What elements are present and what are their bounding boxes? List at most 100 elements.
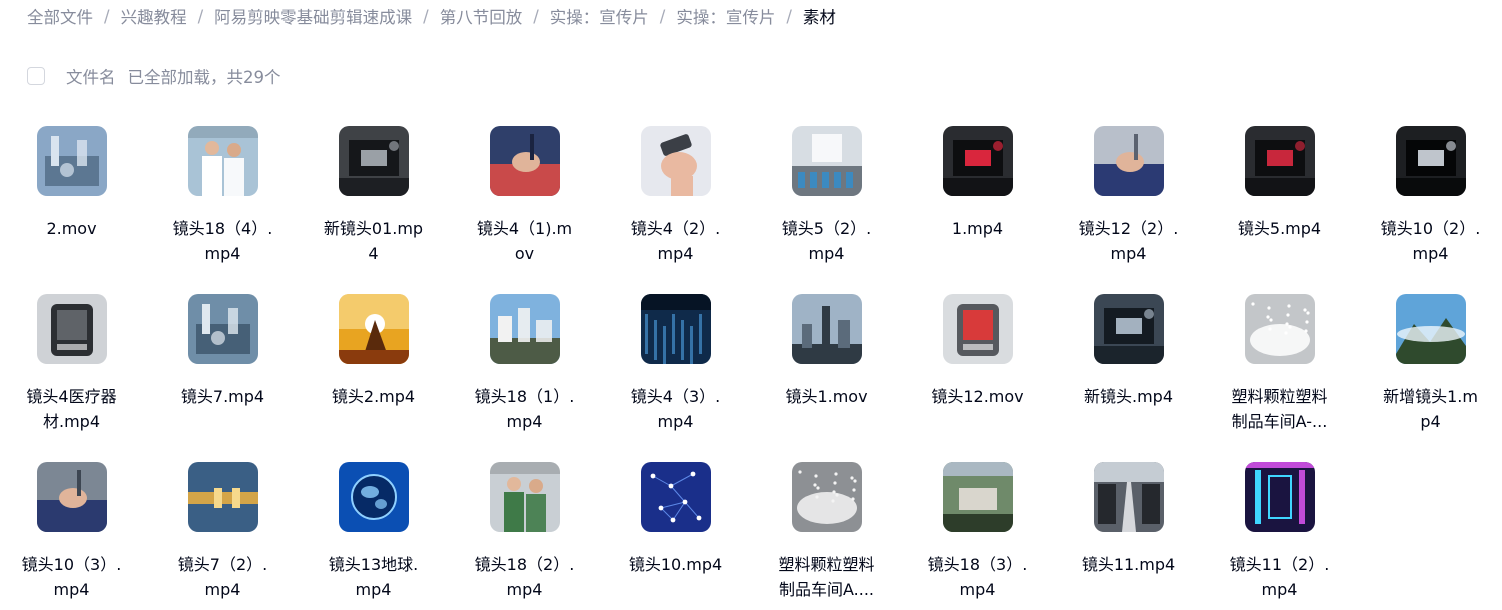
video-thumbnail[interactable] bbox=[489, 462, 560, 532]
file-name[interactable]: 镜头18（2）. mp4 bbox=[457, 552, 592, 602]
video-thumbnail[interactable] bbox=[791, 462, 862, 532]
file-name[interactable]: 镜头4（1).m ov bbox=[457, 216, 592, 266]
video-thumbnail[interactable] bbox=[489, 294, 560, 364]
file-name[interactable]: 镜头18（3）. mp4 bbox=[910, 552, 1045, 602]
file-item[interactable]: 新增镜头1.m p4 bbox=[1363, 294, 1498, 434]
file-name[interactable]: 镜头13地球. mp4 bbox=[306, 552, 441, 602]
file-name[interactable]: 镜头4（2）. mp4 bbox=[608, 216, 743, 266]
file-item[interactable]: 新镜头01.mp 4 bbox=[306, 126, 441, 266]
file-item[interactable]: 镜头4（3）. mp4 bbox=[608, 294, 743, 434]
file-name-line: 材.mp4 bbox=[42, 412, 100, 431]
video-thumbnail[interactable] bbox=[1244, 462, 1315, 532]
select-all-checkbox[interactable] bbox=[27, 67, 45, 85]
file-item[interactable]: 新镜头.mp4 bbox=[1061, 294, 1196, 434]
file-item[interactable]: 镜头10（2）. mp4 bbox=[1363, 126, 1498, 266]
file-name[interactable]: 新增镜头1.m p4 bbox=[1363, 384, 1498, 434]
breadcrumb-link[interactable]: 第八节回放 bbox=[440, 4, 523, 28]
file-name[interactable]: 镜头7（2）. mp4 bbox=[155, 552, 290, 602]
file-item[interactable]: 镜头11（2）. mp4 bbox=[1212, 462, 1347, 602]
file-name[interactable]: 1.mp4 bbox=[910, 216, 1045, 266]
file-item[interactable]: 镜头13地球. mp4 bbox=[306, 462, 441, 602]
file-name[interactable]: 镜头5（2）. mp4 bbox=[759, 216, 894, 266]
file-name[interactable]: 镜头10.mp4 bbox=[608, 552, 743, 602]
video-thumbnail[interactable] bbox=[791, 294, 862, 364]
file-item[interactable]: 镜头10.mp4 bbox=[608, 462, 743, 602]
file-item[interactable]: 镜头4（2）. mp4 bbox=[608, 126, 743, 266]
file-name[interactable]: 镜头18（1）. mp4 bbox=[457, 384, 592, 434]
file-item[interactable]: 镜头11.mp4 bbox=[1061, 462, 1196, 602]
file-item[interactable]: 镜头18（2）. mp4 bbox=[457, 462, 592, 602]
file-item[interactable]: 镜头1.mov bbox=[759, 294, 894, 434]
video-thumbnail[interactable] bbox=[1395, 126, 1466, 196]
file-item[interactable]: 镜头2.mp4 bbox=[306, 294, 441, 434]
video-thumbnail[interactable] bbox=[338, 294, 409, 364]
video-thumbnail[interactable] bbox=[791, 126, 862, 196]
file-name[interactable]: 塑料颗粒塑料 制品车间A.... bbox=[759, 552, 894, 602]
video-thumbnail[interactable] bbox=[640, 294, 711, 364]
file-item[interactable]: 镜头18（1）. mp4 bbox=[457, 294, 592, 434]
file-item[interactable]: 镜头4医疗器 材.mp4 bbox=[4, 294, 139, 434]
file-name[interactable]: 镜头2.mp4 bbox=[306, 384, 441, 434]
video-thumbnail[interactable] bbox=[942, 126, 1013, 196]
sort-by-filename[interactable]: 文件名 bbox=[66, 64, 116, 88]
video-thumbnail[interactable] bbox=[36, 462, 107, 532]
file-item[interactable]: 2.mov bbox=[4, 126, 139, 266]
file-name[interactable]: 镜头4医疗器 材.mp4 bbox=[4, 384, 139, 434]
file-item[interactable]: 镜头7（2）. mp4 bbox=[155, 462, 290, 602]
file-name[interactable]: 新镜头01.mp 4 bbox=[306, 216, 441, 266]
file-name[interactable]: 新镜头.mp4 bbox=[1061, 384, 1196, 434]
breadcrumb-link[interactable]: 实操：宣传片 bbox=[550, 4, 649, 28]
breadcrumb-separator: / bbox=[533, 6, 539, 26]
video-thumbnail[interactable] bbox=[640, 126, 711, 196]
video-thumbnail[interactable] bbox=[1395, 294, 1466, 364]
video-thumbnail[interactable] bbox=[1093, 126, 1164, 196]
file-name[interactable]: 镜头10（2）. mp4 bbox=[1363, 216, 1498, 266]
file-name[interactable]: 镜头4（3）. mp4 bbox=[608, 384, 743, 434]
file-name[interactable]: 塑料颗粒塑料 制品车间A-... bbox=[1212, 384, 1347, 434]
video-thumbnail[interactable] bbox=[1093, 294, 1164, 364]
video-thumbnail[interactable] bbox=[338, 462, 409, 532]
file-name[interactable]: 镜头12.mov bbox=[910, 384, 1045, 434]
file-item[interactable]: 镜头12.mov bbox=[910, 294, 1045, 434]
breadcrumb-separator: / bbox=[786, 6, 792, 26]
video-thumbnail[interactable] bbox=[640, 462, 711, 532]
video-thumbnail[interactable] bbox=[338, 126, 409, 196]
breadcrumb-link[interactable]: 全部文件 bbox=[27, 4, 93, 28]
breadcrumb-link[interactable]: 阿易剪映零基础剪辑速成课 bbox=[214, 4, 412, 28]
file-item[interactable]: 镜头18（4）. mp4 bbox=[155, 126, 290, 266]
file-item[interactable]: 镜头4（1).m ov bbox=[457, 126, 592, 266]
video-thumbnail[interactable] bbox=[1093, 462, 1164, 532]
video-thumbnail[interactable] bbox=[187, 126, 258, 196]
file-name[interactable]: 镜头11（2）. mp4 bbox=[1212, 552, 1347, 602]
file-item[interactable]: 镜头7.mp4 bbox=[155, 294, 290, 434]
file-name[interactable]: 镜头1.mov bbox=[759, 384, 894, 434]
file-name[interactable]: 镜头7.mp4 bbox=[155, 384, 290, 434]
file-name[interactable]: 2.mov bbox=[4, 216, 139, 266]
video-thumbnail[interactable] bbox=[187, 294, 258, 364]
video-thumbnail[interactable] bbox=[489, 126, 560, 196]
file-item[interactable]: 镜头10（3）. mp4 bbox=[4, 462, 139, 602]
video-thumbnail[interactable] bbox=[1244, 126, 1315, 196]
file-name-line: 镜头7（2）. bbox=[177, 555, 268, 574]
file-item[interactable]: 1.mp4 bbox=[910, 126, 1045, 266]
file-name[interactable]: 镜头12（2）. mp4 bbox=[1061, 216, 1196, 266]
breadcrumb-link[interactable]: 兴趣教程 bbox=[121, 4, 187, 28]
breadcrumb-link[interactable]: 实操：宣传片 bbox=[676, 4, 775, 28]
file-item[interactable]: 塑料颗粒塑料 制品车间A-... bbox=[1212, 294, 1347, 434]
video-thumbnail[interactable] bbox=[187, 462, 258, 532]
file-name-line: 镜头18（3）. bbox=[927, 555, 1028, 574]
video-thumbnail[interactable] bbox=[942, 462, 1013, 532]
file-item[interactable]: 镜头18（3）. mp4 bbox=[910, 462, 1045, 602]
file-item[interactable]: 塑料颗粒塑料 制品车间A.... bbox=[759, 462, 894, 602]
video-thumbnail[interactable] bbox=[36, 294, 107, 364]
file-name[interactable]: 镜头10（3）. mp4 bbox=[4, 552, 139, 602]
file-name[interactable]: 镜头11.mp4 bbox=[1061, 552, 1196, 602]
file-name[interactable]: 镜头18（4）. mp4 bbox=[155, 216, 290, 266]
file-item[interactable]: 镜头5（2）. mp4 bbox=[759, 126, 894, 266]
file-name[interactable]: 镜头5.mp4 bbox=[1212, 216, 1347, 266]
video-thumbnail[interactable] bbox=[1244, 294, 1315, 364]
video-thumbnail[interactable] bbox=[36, 126, 107, 196]
video-thumbnail[interactable] bbox=[942, 294, 1013, 364]
file-item[interactable]: 镜头5.mp4 bbox=[1212, 126, 1347, 266]
file-item[interactable]: 镜头12（2）. mp4 bbox=[1061, 126, 1196, 266]
